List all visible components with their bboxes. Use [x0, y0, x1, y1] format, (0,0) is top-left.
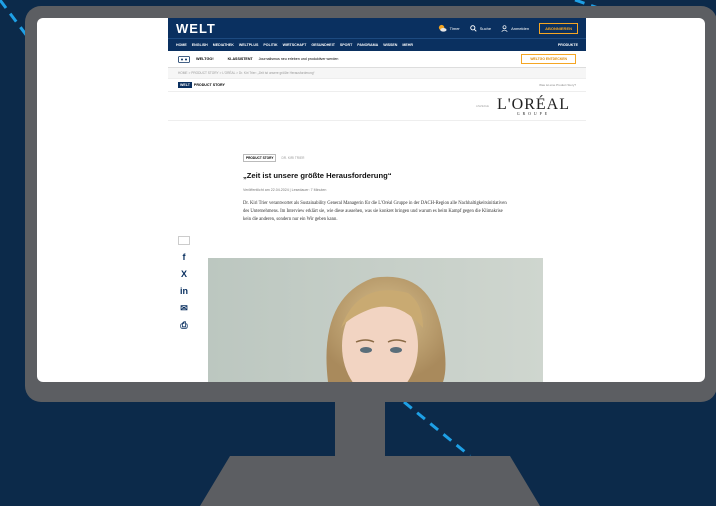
article-intro: Dr. Kiri Trier verantwortet als Sustaina…	[243, 201, 507, 222]
nav-item-wissen[interactable]: WISSEN	[383, 43, 397, 47]
header-actions: Timer Suche Anmelden ABONNIEREN	[438, 22, 578, 34]
product-story-info-link[interactable]: Was ist eine Product Story?	[539, 83, 576, 87]
monitor-stand-base	[200, 456, 540, 506]
nav-item-english[interactable]: ENGLISH	[192, 43, 208, 47]
nav-item-politik[interactable]: POLITIK	[263, 43, 277, 47]
sponsor-row: ANZEIGE L'ORÉAL GROUPE	[168, 92, 586, 121]
facebook-icon[interactable]: f	[183, 253, 186, 262]
x-icon[interactable]: X	[181, 270, 187, 279]
weltgo-logo: WELTGO!	[196, 57, 214, 61]
welt-article-page: WELT Timer Suche Anmelden ABONNIEREN HOM…	[168, 18, 586, 382]
ki-assistant-label: KI-ASSISTENT	[227, 57, 253, 61]
email-icon[interactable]: ✉	[180, 304, 188, 313]
welt-logo[interactable]: WELT	[176, 21, 216, 36]
subscribe-button[interactable]: ABONNIEREN	[539, 22, 578, 34]
search-button[interactable]: Suche	[469, 24, 492, 32]
login-label: Anmelden	[511, 25, 530, 31]
nav-item-home[interactable]: HOME	[176, 43, 187, 47]
search-label: Suche	[479, 25, 492, 31]
article-tag[interactable]: PRODUCT STORY	[243, 154, 277, 162]
nav-item-wirtschaft[interactable]: WIRTSCHAFT	[283, 43, 307, 47]
main-navigation: HOME ENGLISH MEDIATHEK WELTPLUS POLITIK …	[168, 38, 586, 51]
sponsor-label: ANZEIGE	[475, 104, 490, 108]
article-meta: Veröffentlicht am 22.04.2024 | Lesedauer…	[243, 188, 327, 192]
search-icon	[469, 24, 477, 32]
share-bar: f X in ✉ ⎙	[178, 236, 190, 330]
monitor-screen: WELT Timer Suche Anmelden ABONNIEREN HOM…	[37, 18, 705, 382]
bookmark-icon[interactable]	[178, 236, 190, 245]
nav-item-weltplus[interactable]: WELTPLUS	[239, 43, 259, 47]
login-button[interactable]: Anmelden	[501, 24, 530, 32]
nav-item-gesundheit[interactable]: GESUNDHEIT	[311, 43, 335, 47]
weather-icon	[438, 24, 447, 32]
article-tags: PRODUCT STORY DR. KIRI TRIER	[243, 154, 508, 162]
product-story-label: PRODUCT STORY	[193, 83, 225, 87]
ki-assistant-banner: WELTGO! KI-ASSISTENT Journalismus neu er…	[168, 51, 586, 68]
article-author-tag[interactable]: DR. KIRI TRIER	[281, 156, 304, 160]
loreal-logo[interactable]: L'ORÉAL GROUPE	[497, 96, 570, 116]
portrait-illustration	[208, 258, 543, 382]
welt-tag: WELT	[178, 82, 192, 88]
breadcrumb[interactable]: HOME > PRODUCT STORY > L'ORÉAL > Dr. Kir…	[168, 68, 586, 79]
print-icon[interactable]: ⎙	[180, 321, 187, 330]
article-portrait-image	[208, 258, 543, 382]
weather-label: Timer	[449, 25, 460, 31]
article-content: PRODUCT STORY DR. KIRI TRIER „Zeit ist u…	[243, 154, 508, 224]
ki-assistant-text: Journalismus neu erleben und produktiver…	[258, 57, 339, 61]
nav-item-mediathek[interactable]: MEDIATHEK	[213, 43, 234, 47]
monitor-neck	[335, 402, 385, 457]
weltgo-icon	[178, 55, 190, 63]
top-header: WELT Timer Suche Anmelden ABONNIEREN	[168, 18, 586, 38]
weltgo-discover-button[interactable]: WELTGO ENTDECKEN	[521, 54, 576, 64]
article-headline: „Zeit ist unsere größte Herausforderung“	[243, 171, 392, 180]
nav-item-panorama[interactable]: PANORAMA	[357, 43, 378, 47]
nav-item-mehr[interactable]: MEHR	[402, 43, 413, 47]
product-story-bar: WELT PRODUCT STORY Was ist eine Product …	[168, 79, 586, 92]
user-icon	[501, 24, 508, 32]
nav-item-produkte[interactable]: PRODUKTE	[558, 43, 578, 47]
nav-item-sport[interactable]: SPORT	[340, 43, 352, 47]
linkedin-icon[interactable]: in	[180, 287, 188, 296]
weather-widget[interactable]: Timer	[438, 24, 460, 33]
